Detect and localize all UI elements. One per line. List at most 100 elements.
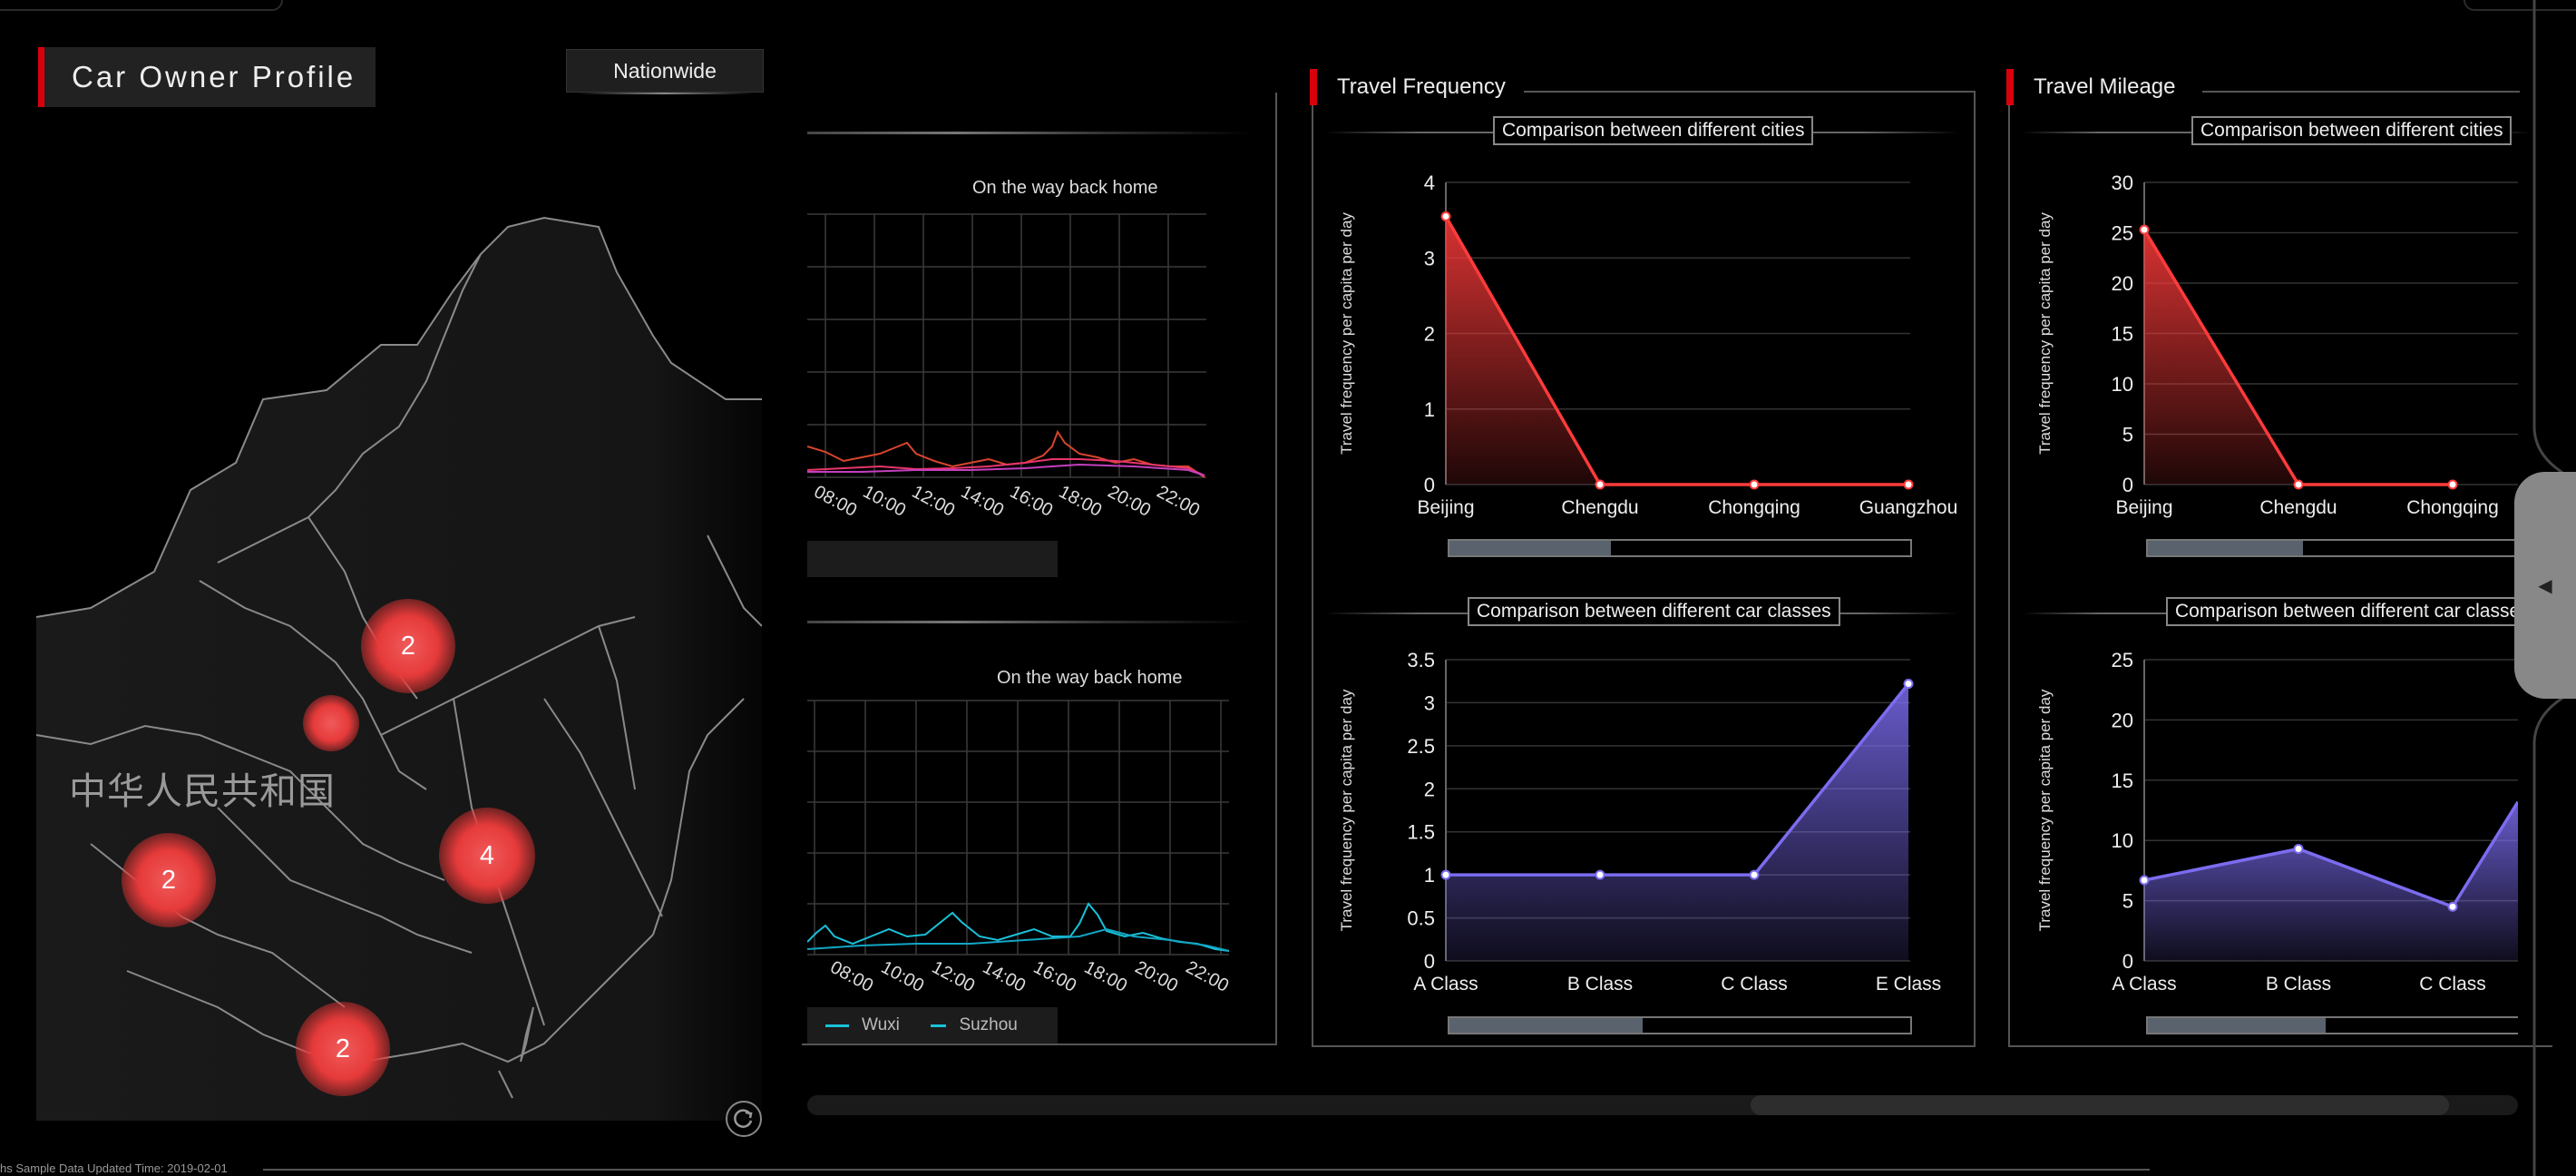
x-tick-label: 14:00 [958,482,1008,521]
x-tick-label: 20:00 [1132,957,1182,996]
x-tick-label: 12:00 [929,957,979,996]
x-tick-label: 14:00 [980,957,1029,996]
y-tick-label: 0 [2122,474,2133,496]
commute-line-chart-bottom: 08:00 10:00 12:00 14:00 16:00 18:00 20:00 22:00 [807,700,1233,996]
area-fill [2144,801,2518,961]
y-tick-label: 1 [1424,398,1435,421]
commute-line-chart-top: 08:00 10:00 12:00 14:00 16:00 18:00 20:00 22:00 [807,213,1206,521]
refresh-button[interactable] [726,1101,762,1137]
freq-classes-zoom-slider[interactable] [1448,1016,1912,1034]
y-tick-label: 0 [1424,950,1435,973]
mile-cities-chart: 0 5 10 15 20 25 30 Travel frequency per capita … [2036,172,2518,518]
frequency-title-text: Travel Frequency [1337,74,1506,99]
partial-panel-mid-rule [807,621,1252,623]
y-tick-label: 10 [2112,373,2133,396]
y-tick-label: 2 [1424,778,1435,800]
top-chart-subtitle: On the way back home [972,178,1158,198]
y-axis-label: Travel frequency per capita per day [1338,689,1355,931]
country-label: 中华人民共和国 [69,770,336,812]
x-tick-label: 22:00 [1154,482,1204,521]
y-tick-label: 25 [2112,222,2133,245]
area-fill [1446,216,1908,485]
zoom-fill [1449,1018,1644,1033]
x-tick-label: 22:00 [1183,957,1233,996]
data-point[interactable] [1595,479,1605,490]
x-tick-label: C Class [2419,974,2486,995]
y-axis-label: Travel frequency per capita per day [2036,689,2054,931]
data-point[interactable] [1440,211,1451,221]
title-accent [2006,69,2014,105]
mile-cities-zoom-slider[interactable] [2146,539,2518,557]
legend-item-suzhou[interactable]: Suzhou [930,1015,1018,1035]
data-point[interactable] [2139,875,2150,886]
partial-panel-top-rule [807,132,1252,134]
x-tick-label: A Class [1413,974,1478,995]
x-tick-label: 08:00 [827,957,877,996]
mile-cities-subtitle: Comparison between different cities [2191,116,2513,145]
mile-classes-subtitle: Comparison between different car classes [2166,597,2539,626]
legend-swatch [930,1024,947,1027]
freq-cities-subtitle: Comparison between different cities [1493,116,1814,145]
map-cluster-south[interactable]: 2 [296,1002,390,1096]
freq-cities-zoom-slider[interactable] [1448,539,1912,557]
footer-rule [263,1169,2150,1171]
collapse-panel-button[interactable]: ◀ [2514,472,2576,699]
y-tick-label: 20 [2112,709,2133,731]
horizontal-scrollbar[interactable] [807,1095,2518,1115]
x-tick-label: Chengdu [1561,497,1638,518]
mile-classes-chart: 0 5 10 15 20 25 Travel frequency per capita pe… [2036,649,2518,995]
y-tick-label: 1 [1424,864,1435,887]
data-point[interactable] [1595,869,1605,880]
zoom-fill [2148,541,2304,555]
legend-item-wuxi[interactable]: Wuxi [825,1015,900,1035]
area-fill [2144,230,2453,485]
y-axis-label: Travel frequency per capita per day [2036,212,2054,455]
freq-classes-chart: 0 0.5 1 1.5 2 2.5 3 3.5 Travel frequency per cap… [1338,649,1941,995]
map-cluster-west[interactable]: 2 [122,833,216,927]
y-tick-label: 5 [2122,890,2133,913]
data-point[interactable] [2293,843,2304,854]
data-point[interactable] [1749,869,1760,880]
data-point[interactable] [2447,901,2458,912]
freq-classes-subtitle: Comparison between different car classes [1468,597,1840,626]
nationwide-button[interactable]: Nationwide [566,49,764,94]
x-tick-label: Chengdu [2259,497,2337,518]
x-tick-label: 16:00 [1007,482,1057,521]
x-tick-label: B Class [2266,974,2331,995]
x-tick-label: 18:00 [1081,957,1131,996]
data-point[interactable] [2139,224,2150,235]
y-axis-label: Travel frequency per capita per day [1338,212,1355,455]
x-tick-label: A Class [2112,974,2176,995]
map-cluster-north[interactable]: 2 [361,599,455,693]
x-tick-label: Beijing [1417,497,1474,518]
data-point[interactable] [2293,479,2304,490]
data-point[interactable] [1749,479,1760,490]
x-tick-label: Chongqing [1708,497,1800,518]
x-tick-label: 16:00 [1030,957,1080,996]
zoom-fill [1449,541,1611,555]
corner-decoration-left [0,0,283,11]
map-cluster-east[interactable]: 4 [439,808,535,904]
data-point[interactable] [1903,679,1914,690]
scrollbar-thumb[interactable] [1751,1095,2449,1115]
y-tick-label: 3 [1424,691,1435,714]
x-tick-label: 20:00 [1105,482,1155,521]
x-tick-label: B Class [1567,974,1633,995]
data-point[interactable] [1440,869,1451,880]
y-tick-label: 30 [2112,172,2133,194]
chevron-left-icon: ◀ [2538,575,2552,596]
refresh-icon [734,1109,753,1128]
data-point[interactable] [1903,479,1914,490]
data-point[interactable] [2447,479,2458,490]
bottom-chart-subtitle: On the way back home [997,668,1183,688]
map-cluster-tianjin[interactable] [303,695,359,751]
y-tick-label: 1.5 [1407,821,1435,844]
y-tick-label: 15 [2112,769,2133,792]
title-accent [1310,69,1317,105]
mileage-title-text: Travel Mileage [2034,74,2176,99]
mile-classes-zoom-slider[interactable] [2146,1016,2518,1034]
frequency-panel-title: Travel Frequency [1310,69,1506,105]
mileage-title-rule [2202,91,2520,93]
top-chart-legend-bar [807,541,1058,577]
y-tick-label: 20 [2112,272,2133,295]
